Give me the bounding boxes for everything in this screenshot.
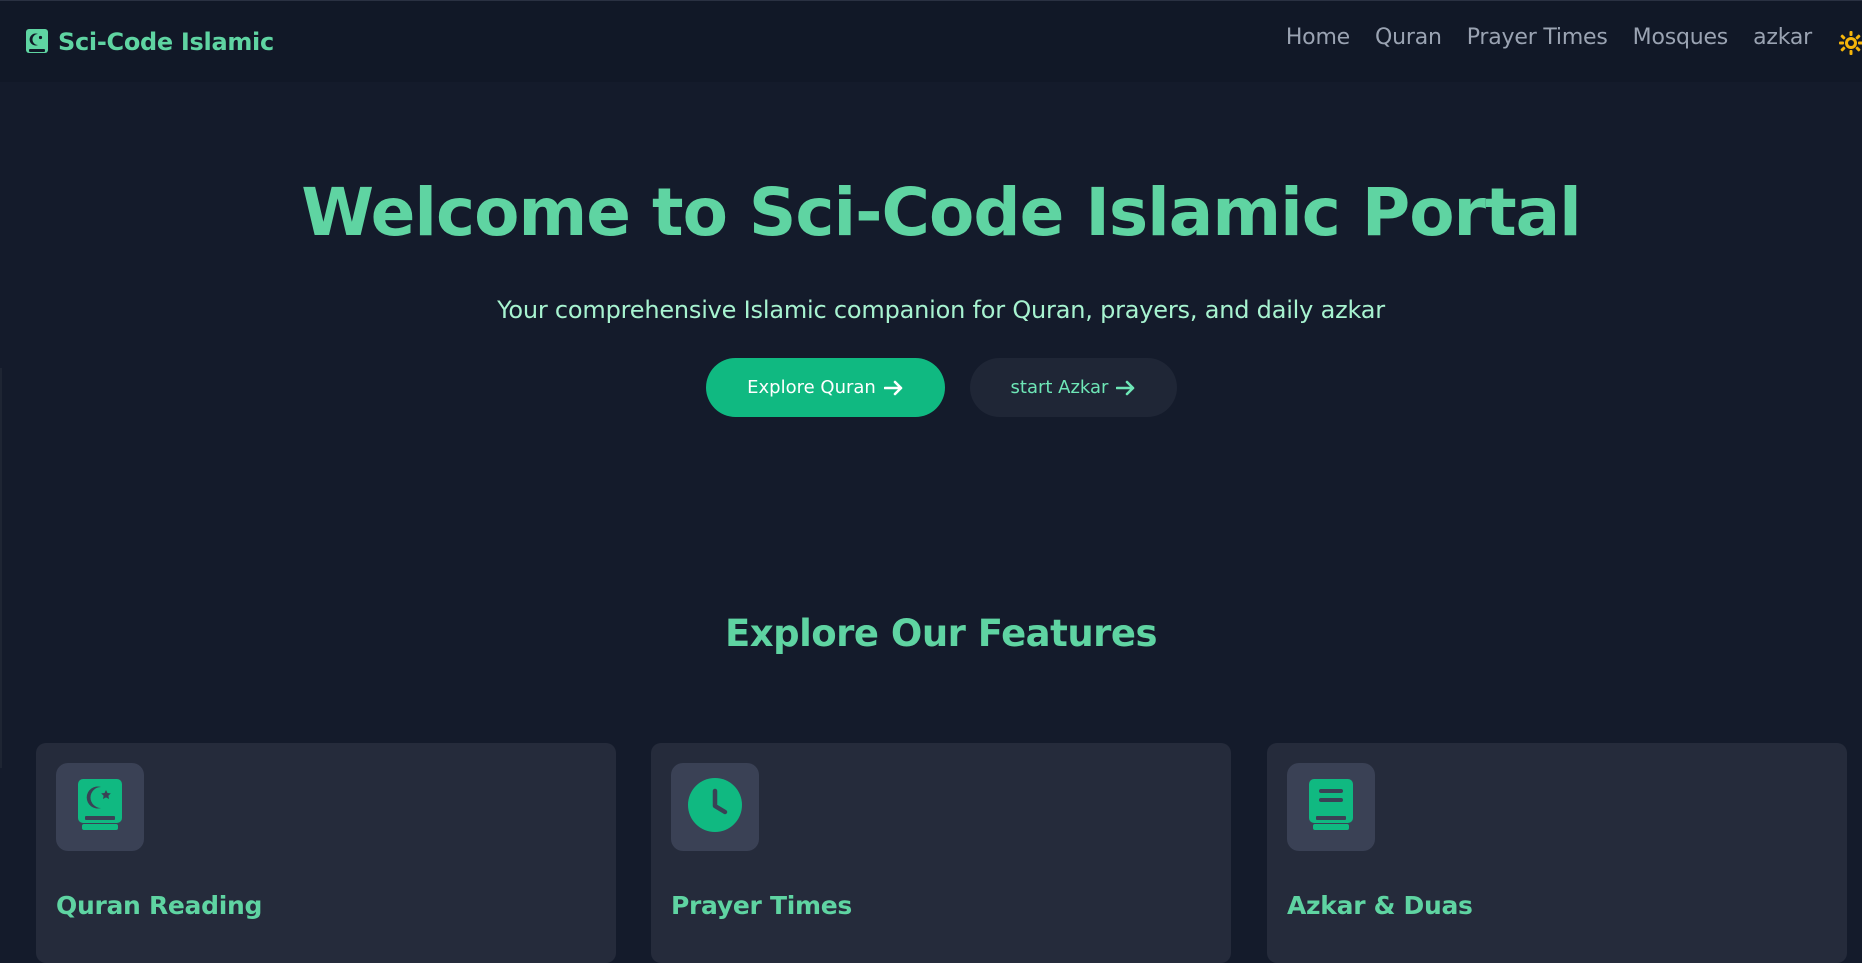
brand-link[interactable]: Sci-Code Islamic [24, 26, 274, 58]
nav-home[interactable]: Home [1286, 25, 1350, 50]
explore-quran-button[interactable]: Explore Quran [706, 358, 945, 417]
navbar: Sci-Code Islamic Home Quran Prayer Times… [0, 0, 1862, 82]
features-title: Explore Our Features [724, 612, 1158, 655]
explore-quran-label: Explore Quran [747, 377, 876, 398]
feature-card-azkar-duas[interactable]: Azkar & Duas [1267, 743, 1847, 963]
book-icon [1307, 778, 1355, 836]
hero-title: Welcome to Sci-Code Islamic Portal [301, 174, 1582, 251]
clock-icon [687, 777, 743, 837]
nav-quran[interactable]: Quran [1375, 25, 1442, 50]
feature-card-title: Quran Reading [56, 891, 263, 920]
arrow-right-icon [883, 380, 904, 396]
nav-azkar[interactable]: azkar [1753, 25, 1812, 50]
brand-name: Sci-Code Islamic [58, 28, 274, 56]
feature-card-title: Prayer Times [671, 891, 852, 920]
arrow-right-icon [1116, 380, 1136, 396]
quran-book-icon [76, 778, 124, 836]
feature-card-title: Azkar & Duas [1287, 891, 1473, 920]
feature-card-quran-reading[interactable]: Quran Reading [36, 743, 616, 963]
nav-mosques[interactable]: Mosques [1633, 25, 1729, 50]
nav-links: Home Quran Prayer Times Mosques azkar [1286, 25, 1812, 50]
feature-icon-box [671, 763, 759, 851]
page-edge [0, 368, 2, 768]
feature-card-prayer-times[interactable]: Prayer Times [651, 743, 1231, 963]
sun-icon[interactable] [1836, 30, 1862, 56]
hero-subtitle: Your comprehensive Islamic companion for… [497, 296, 1385, 324]
quran-book-icon [24, 28, 50, 56]
start-azkar-button[interactable]: start Azkar [970, 358, 1177, 417]
feature-icon-box [1287, 763, 1375, 851]
nav-prayer-times[interactable]: Prayer Times [1467, 25, 1608, 50]
feature-icon-box [56, 763, 144, 851]
start-azkar-label: start Azkar [1010, 377, 1109, 398]
